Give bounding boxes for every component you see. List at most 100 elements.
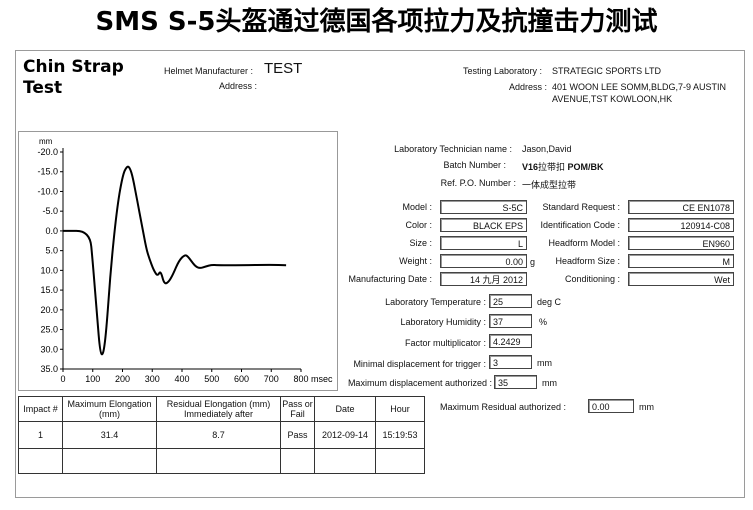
headform-size-field[interactable]: M	[628, 254, 734, 268]
elongation-series-line	[63, 165, 287, 356]
max-residual-field[interactable]: 0.00	[588, 399, 634, 413]
y-tick-label: 5.0	[45, 246, 58, 256]
cell-empty	[62, 448, 157, 474]
lab-humidity-unit: %	[539, 317, 548, 327]
idcode-label: Identification Code :	[540, 220, 620, 230]
y-tick-label: 25.0	[40, 325, 58, 335]
lab-humidity-label: Laboratory Humidity :	[400, 317, 486, 327]
elongation-chart: mm-20.0 -15.0 -10.0 -5.0 0.0 5.0 10.0 15.0 20.0 2…	[37, 137, 333, 384]
col-max-elongation-header-2: (mm)	[99, 409, 120, 419]
po-value: 一体成型拉带	[522, 180, 577, 190]
max-disp-field[interactable]: 35	[494, 375, 537, 389]
y-tick-label: 30.0	[40, 344, 58, 354]
testing-lab-label: Testing Laboratory :	[463, 66, 543, 76]
col-date-header: Date	[314, 396, 376, 422]
headform-size-label: Headform Size :	[555, 256, 620, 266]
weight-field[interactable]: 0.00	[440, 254, 527, 268]
col-pass-header-1: Pass or	[282, 399, 313, 409]
cell-empty	[314, 448, 376, 474]
min-disp-unit: mm	[537, 358, 552, 368]
y-tick-label: -20.0	[37, 147, 58, 157]
x-tick-label: 300	[145, 374, 160, 384]
lab-address-line1: 401 WOON LEE SOMM,BLDG,7-9 AUSTIN	[552, 82, 727, 92]
helmet-manufacturer-value: TEST	[264, 60, 303, 77]
col-residual-header-1: Residual Elongation (mm)	[166, 399, 271, 409]
manufacturer-address-label: Address :	[219, 81, 258, 91]
min-disp-label: Minimal displacement for trigger :	[353, 359, 486, 369]
cell-empty	[375, 448, 425, 474]
cell-impact: 1	[18, 421, 63, 449]
mfg-date-field[interactable]: 14 九月 2012	[440, 272, 527, 286]
lab-temp-field[interactable]: 25	[489, 294, 532, 308]
max-residual-unit: mm	[639, 402, 654, 412]
elongation-chart-frame: mm -20.0 -15.0 -10.0 -5.0 0.0 5.0 10.0 15.0 20.0 2…	[18, 131, 338, 391]
technician-value: Jason,David	[522, 144, 572, 154]
weight-label: Weight :	[399, 256, 432, 266]
y-axis-unit-label: mm	[39, 137, 53, 146]
report-title: Chin Strap Test	[23, 57, 124, 99]
lab-temp-unit: deg C	[537, 297, 562, 307]
x-tick-label: 100	[85, 374, 100, 384]
size-label: Size :	[409, 238, 432, 248]
y-tick-label: 20.0	[40, 305, 58, 315]
col-residual-header: Residual Elongation (mm) Immediately afte…	[156, 396, 281, 422]
size-field[interactable]: L	[440, 236, 527, 250]
technician-label: Laboratory Technician name :	[394, 144, 512, 154]
col-max-elongation-header: Maximum Elongation (mm)	[62, 396, 157, 422]
standard-label: Standard Request :	[542, 202, 620, 212]
x-axis-unit-label: msec	[311, 374, 333, 384]
batch-code: V16	[522, 162, 539, 172]
min-disp-field[interactable]: 3	[489, 355, 532, 369]
batch-label: Batch Number :	[443, 160, 506, 170]
lab-address-label: Address :	[509, 82, 548, 92]
lab-address-line2: AVENUE,TST KOWLOON,HK	[552, 94, 673, 104]
y-tick-label: 10.0	[40, 265, 58, 275]
headform-model-field[interactable]: EN960	[628, 236, 734, 250]
y-tick-label: -15.0	[37, 167, 58, 177]
model-label: Model :	[402, 202, 432, 212]
cell-residual: 8.7	[156, 421, 281, 449]
model-field[interactable]: S-5C	[440, 200, 527, 214]
cell-empty	[18, 448, 63, 474]
y-tick-label: -10.0	[37, 186, 58, 196]
cell-empty	[280, 448, 315, 474]
lab-humidity-field[interactable]: 37	[489, 314, 532, 328]
batch-material: POM/BK	[567, 162, 604, 172]
cell-pass: Pass	[280, 421, 315, 449]
conditioning-field[interactable]: Wet	[628, 272, 734, 286]
x-tick-label: 200	[115, 374, 130, 384]
x-tick-label: 0	[60, 374, 65, 384]
banner-title: SMS S-5头盔通过德国各项拉力及抗撞击力测试	[95, 7, 658, 37]
col-max-elongation-header-1: Maximum Elongation	[67, 399, 152, 409]
max-residual-label: Maximum Residual authorized :	[440, 402, 567, 412]
lab-temp-label: Laboratory Temperature :	[385, 297, 486, 307]
report-title-line1: Chin Strap	[23, 57, 124, 77]
col-residual-header-2: Immediately after	[183, 409, 254, 419]
batch-value: V16拉带扣 POM/BK	[522, 160, 604, 173]
factor-label: Factor multiplicator :	[404, 338, 486, 348]
batch-part: 拉带扣	[538, 162, 566, 172]
table-row-empty	[18, 448, 425, 474]
idcode-field[interactable]: 120914-C08	[628, 218, 734, 232]
col-pass-header-2: Fail	[290, 409, 305, 419]
cell-max-elongation: 31.4	[62, 421, 157, 449]
report-title-line2: Test	[23, 78, 63, 98]
color-field[interactable]: BLACK EPS	[440, 218, 527, 232]
cell-hour: 15:19:53	[375, 421, 425, 449]
col-pass-header: Pass or Fail	[280, 396, 315, 422]
x-tick-label: 400	[174, 374, 189, 384]
table-row: 1 31.4 8.7 Pass 2012-09-14 15:19:53	[18, 421, 425, 449]
col-hour-header: Hour	[375, 396, 425, 422]
standard-field[interactable]: CE EN1078	[628, 200, 734, 214]
max-disp-label: Maximum displacement authorized :	[347, 378, 492, 388]
y-tick-label: -5.0	[42, 206, 58, 216]
x-tick-label: 800	[293, 374, 308, 384]
helmet-manufacturer-label: Helmet Manufacturer :	[164, 66, 254, 76]
y-tick-label: 35.0	[40, 364, 58, 374]
y-tick-label: 0.0	[45, 226, 58, 236]
x-tick-label: 700	[264, 374, 279, 384]
col-impact-header: Impact #	[18, 396, 63, 422]
testing-lab-value: STRATEGIC SPORTS LTD	[552, 66, 662, 76]
po-label: Ref. P.O. Number :	[440, 178, 516, 188]
factor-field[interactable]: 4.2429	[489, 334, 532, 348]
